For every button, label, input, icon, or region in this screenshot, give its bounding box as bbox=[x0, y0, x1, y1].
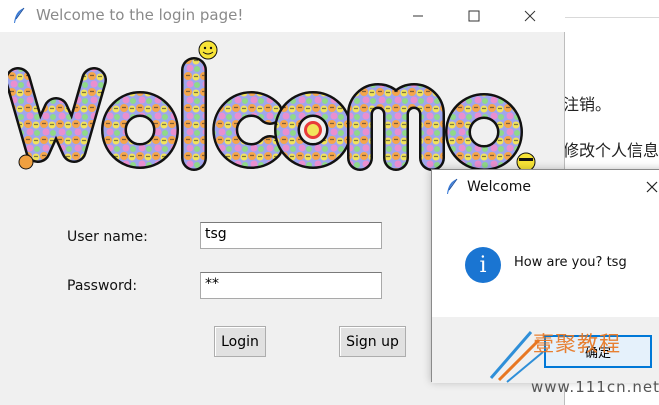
window-titlebar[interactable]: Welcome to the login page! bbox=[0, 0, 565, 32]
login-button[interactable]: Login bbox=[214, 326, 266, 357]
background-text-line: 修改个人信息 bbox=[563, 141, 659, 160]
dialog-body: i How are you? tsg bbox=[432, 204, 659, 317]
dialog-titlebar[interactable]: Welcome bbox=[432, 170, 659, 204]
signup-button[interactable]: Sign up bbox=[339, 326, 406, 357]
dialog-message: How are you? tsg bbox=[514, 255, 627, 270]
password-label: Password: bbox=[67, 278, 138, 294]
close-icon[interactable] bbox=[644, 179, 659, 195]
background-toolbar bbox=[565, 0, 659, 18]
username-label: User name: bbox=[67, 229, 148, 245]
minimize-icon bbox=[413, 15, 423, 17]
welcome-banner-image bbox=[8, 40, 536, 172]
minimize-button[interactable] bbox=[395, 0, 441, 32]
maximize-icon bbox=[468, 10, 480, 22]
background-text-line: 注销。 bbox=[563, 95, 612, 114]
tk-feather-icon bbox=[447, 178, 458, 194]
username-input[interactable]: tsg bbox=[200, 222, 382, 249]
maximize-button[interactable] bbox=[451, 0, 497, 32]
close-button[interactable] bbox=[507, 0, 553, 32]
welcome-dialog: Welcome i How are you? tsg 确定 bbox=[431, 169, 659, 383]
ok-button[interactable]: 确定 bbox=[544, 335, 652, 368]
close-icon bbox=[524, 10, 536, 22]
info-icon: i bbox=[465, 247, 501, 283]
password-input[interactable]: ** bbox=[200, 272, 382, 299]
tk-feather-icon bbox=[14, 7, 25, 23]
window-title: Welcome to the login page! bbox=[36, 6, 244, 24]
dialog-title: Welcome bbox=[467, 179, 532, 195]
